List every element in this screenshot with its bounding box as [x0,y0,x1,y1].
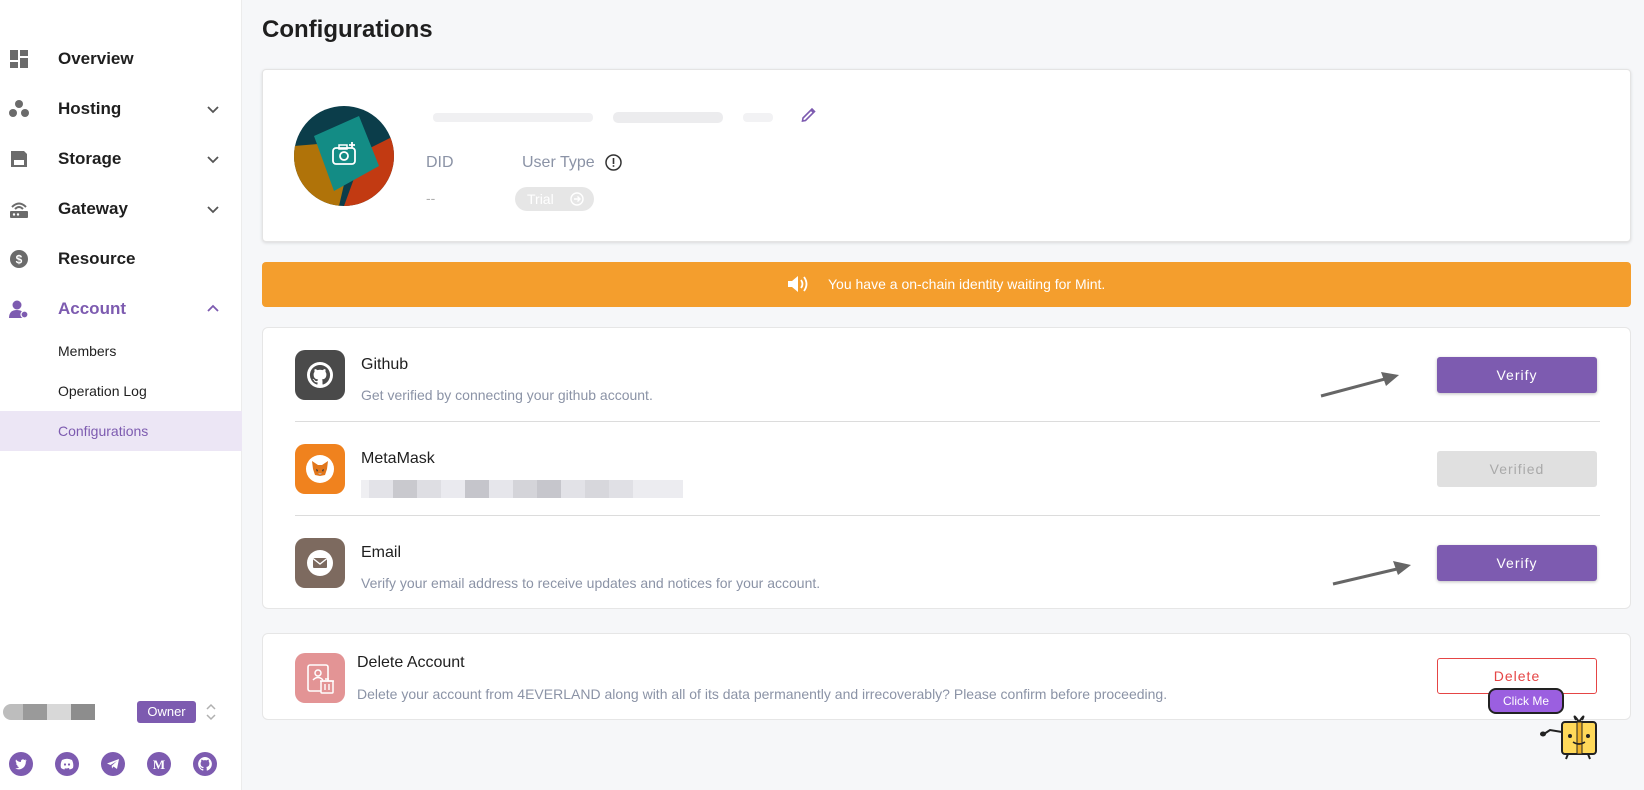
nav-label: Overview [58,49,134,68]
blurred-username [47,704,71,720]
svg-text:$: $ [16,253,23,267]
verification-description: Verify your email address to receive upd… [361,575,821,591]
gift-mascot-icon [1540,715,1597,760]
nav-label: Storage [58,149,122,168]
user-type-value: Trial [527,191,554,207]
workspace-switcher[interactable]: Owner [0,695,242,729]
chevron-down-icon [207,206,219,214]
verification-card: Github Get verified by connecting your g… [262,327,1631,609]
user-type-label: User Type [522,154,595,171]
did-label: DID [426,154,454,171]
mascot-widget[interactable]: Click Me [1488,688,1600,760]
nav-overview[interactable]: Overview [0,39,242,79]
profile-card: DID -- User Type Trial [262,69,1631,242]
delete-account-icon [295,653,345,703]
hosting-icon [9,100,29,117]
metamask-icon [295,444,345,494]
nav-account[interactable]: Account [0,289,242,329]
nav-label: Gateway [58,199,128,218]
role-badge: Owner [137,701,196,723]
github-icon[interactable] [193,752,217,776]
delete-account-card: Delete Account Delete your account from … [262,633,1631,720]
telegram-icon[interactable] [101,752,125,776]
arrow-right-circle-icon [570,192,584,206]
medium-icon[interactable]: M [147,752,171,776]
nav-storage[interactable]: Storage [0,139,242,179]
nav-resource[interactable]: $ Resource [0,239,242,279]
nav-label: Hosting [58,99,122,118]
verification-row-email: Email Verify your email address to recei… [295,516,1600,610]
chevron-up-icon [207,304,219,312]
verification-title: Email [361,544,402,561]
gateway-icon [10,202,28,218]
sidebar: Overview Hosting Storage Gateway $ Resou… [0,0,242,790]
email-icon [295,538,345,588]
sidebar-item-label: Members [58,343,117,359]
nav-gateway[interactable]: Gateway [0,189,242,229]
dashboard-icon [10,50,28,68]
sidebar-item-members[interactable]: Members [0,331,242,371]
github-verify-button[interactable]: Verify [1437,357,1597,393]
nav-label: Resource [58,249,136,268]
discord-icon[interactable] [55,752,79,776]
nav-label: Account [58,299,126,318]
sort-icon [206,703,216,721]
verification-description: Get verified by connecting your github a… [361,387,653,403]
verification-title: MetaMask [361,450,435,467]
social-links: M [0,752,242,782]
edit-icon[interactable] [800,105,818,123]
blurred-wallet-address [361,480,683,498]
arrow-hint-icon [1332,561,1411,586]
blurred-username [71,704,95,720]
nav-hosting[interactable]: Hosting [0,89,242,129]
delete-account-title: Delete Account [357,654,465,671]
metamask-verified-button[interactable]: Verified [1437,451,1597,487]
verification-row-github: Github Get verified by connecting your g… [295,328,1600,422]
sidebar-item-configurations[interactable]: Configurations [0,411,242,451]
verification-row-metamask: MetaMask Verified [295,422,1600,516]
verification-title: Github [361,356,409,373]
svg-text:M: M [153,757,165,771]
info-icon[interactable] [604,153,623,172]
resource-icon: $ [10,250,28,268]
blurred-avatar [3,704,23,720]
user-type-badge[interactable]: Trial [515,187,594,211]
account-icon [9,300,29,319]
did-value: -- [426,190,436,206]
speaker-icon [788,276,808,292]
chevron-down-icon [207,106,219,114]
avatar[interactable] [294,106,394,206]
page-title: Configurations [262,16,433,43]
arrow-hint-icon [1320,372,1399,398]
mint-banner[interactable]: You have a on-chain identity waiting for… [262,262,1631,307]
blurred-username [433,112,773,123]
github-icon [295,350,345,400]
banner-text: You have a on-chain identity waiting for… [828,276,1106,292]
email-verify-button[interactable]: Verify [1437,545,1597,581]
sidebar-item-label: Configurations [58,423,149,439]
blurred-username [23,704,47,720]
sidebar-item-operation-log[interactable]: Operation Log [0,371,242,411]
delete-account-description: Delete your account from 4EVERLAND along… [357,686,1168,702]
chevron-down-icon [207,156,219,164]
sidebar-item-label: Operation Log [58,383,147,399]
storage-icon [11,151,27,167]
twitter-icon[interactable] [9,752,33,776]
